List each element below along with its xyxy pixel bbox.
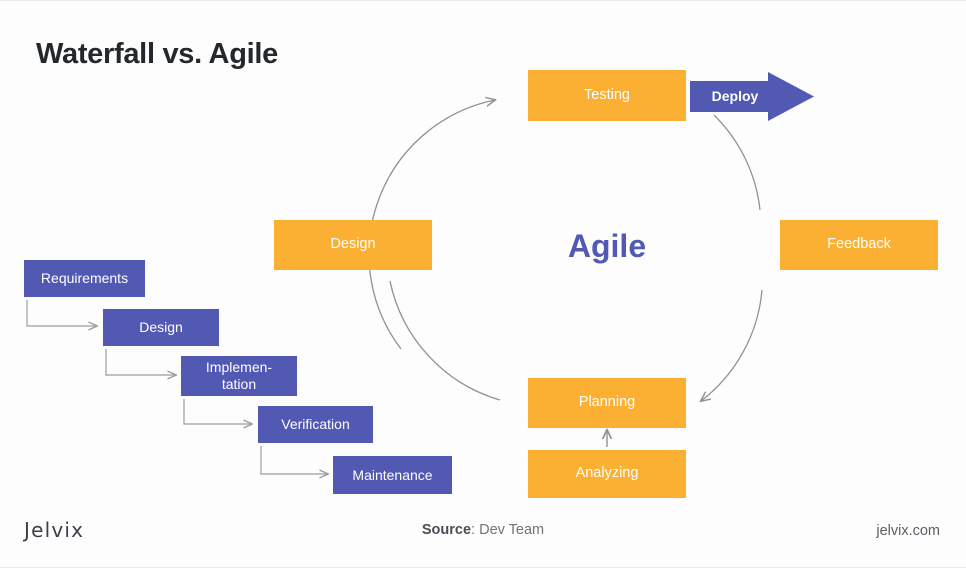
source-separator: : <box>471 522 480 538</box>
waterfall-connector-1 <box>26 300 97 326</box>
source-caption: Source: Dev Team <box>0 522 966 538</box>
agile-node-label: Feedback <box>827 236 891 253</box>
waterfall-step-design[interactable]: Design <box>103 309 219 346</box>
slide-canvas: Waterfall vs. Agile Requirements Design … <box>0 0 966 568</box>
agile-node-label: Testing <box>584 86 630 103</box>
agile-center-label: Agile <box>567 228 647 264</box>
agile-node-label: Planning <box>578 394 636 411</box>
waterfall-step-label: Implemen- tation <box>205 359 273 392</box>
waterfall-step-label: Requirements <box>40 270 129 287</box>
agile-node-label: Analyzing <box>575 465 639 482</box>
arc-feedback-to-planning <box>701 289 763 401</box>
agile-node-testing[interactable]: Testing <box>528 70 686 121</box>
waterfall-step-verification[interactable]: Verification <box>258 406 373 443</box>
waterfall-connector-4 <box>260 446 328 474</box>
top-divider <box>0 0 966 1</box>
waterfall-connector-3 <box>183 399 252 424</box>
waterfall-step-label: Maintenance <box>352 466 433 483</box>
agile-node-planning[interactable]: Planning <box>528 378 686 428</box>
waterfall-connector-2 <box>105 349 176 375</box>
waterfall-step-label: Verification <box>281 416 350 433</box>
agile-node-feedback[interactable]: Feedback <box>780 220 938 270</box>
waterfall-step-requirements[interactable]: Requirements <box>24 260 145 297</box>
waterfall-step-label: Design <box>139 319 183 336</box>
source-value: Dev Team <box>479 522 545 538</box>
agile-node-analyzing[interactable]: Analyzing <box>528 450 686 498</box>
website-link[interactable]: jelvix.com <box>876 523 940 539</box>
agile-node-label: Design <box>330 236 376 253</box>
agile-node-design[interactable]: Design <box>274 220 432 270</box>
waterfall-step-implementation[interactable]: Implemen- tation <box>181 356 297 396</box>
deploy-label: Deploy <box>711 88 759 104</box>
source-label: Source <box>421 522 472 538</box>
waterfall-step-maintenance[interactable]: Maintenance <box>333 456 452 494</box>
page-title: Waterfall vs. Agile <box>36 38 278 70</box>
arc-deploy-to-feedback <box>713 114 761 211</box>
arc-planning-to-design <box>389 280 501 401</box>
